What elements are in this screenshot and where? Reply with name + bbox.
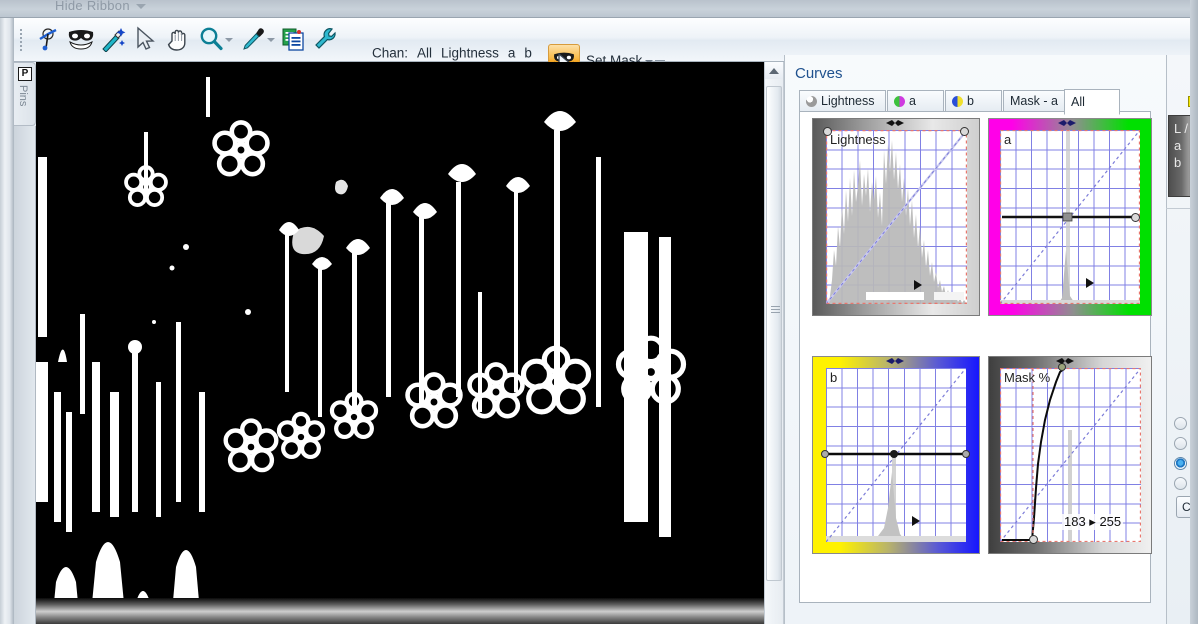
lightness-channel-icon [806,95,817,107]
b-top-gizmo-icon[interactable] [884,356,906,366]
zoom-magnifier-icon[interactable] [196,24,226,54]
b-channel-icon [952,95,963,107]
channel-value-lightness[interactable]: Lightness [441,46,499,61]
window-left-edge [0,18,14,624]
copy-paste-icon[interactable] [278,24,308,54]
eyedropper-icon[interactable] [238,24,268,54]
chevron-down-icon[interactable] [136,4,146,9]
tab-mask-a[interactable]: Mask - a [1003,90,1065,112]
zoom-dropdown-caret-icon[interactable] [225,36,234,44]
curves-panel: Curves Lightness a b Mask - a All Lightn… [784,55,1166,624]
lightness-top-gizmo-icon[interactable] [884,118,906,128]
channel-indicator: Chan: All Lightness a b [372,46,541,61]
channel-value-b[interactable]: b [524,46,532,61]
curves-tab-body: Lightness a b Mask % 183 ▸ 255 [799,111,1152,603]
scroll-up-arrow-icon[interactable] [765,62,783,79]
channel-value-a[interactable]: a [508,46,516,61]
b-curve-svg [826,368,966,542]
pan-hand-icon[interactable] [164,24,194,54]
mask-curve[interactable]: Mask % 183 ▸ 255 [988,356,1152,554]
mask-top-gizmo-icon[interactable] [1054,356,1076,366]
sidebar-item-pins[interactable]: P Pins [14,62,36,126]
curves-tabstrip: Lightness a b Mask - a All [799,89,1151,115]
mask-plot[interactable]: Mask % 183 ▸ 255 [1000,368,1141,542]
scrollbar-grip-icon [771,304,780,313]
mask-preview-image [36,62,764,624]
tab-all-label: All [1071,95,1085,109]
toolbar-gripper[interactable] [20,27,24,53]
a-endpoint-handle[interactable] [1131,213,1140,222]
radio-r-icon[interactable] [1174,416,1187,430]
tab-b-label: b [967,94,974,108]
a-range-arrow-icon[interactable] [1086,278,1094,288]
channel-value-all[interactable]: All [417,46,432,61]
channel-prefix: Chan: [372,45,409,61]
radio-h-icon[interactable] [1174,476,1187,490]
lightness-white-point-handle[interactable] [960,127,969,136]
lightness-plot-label: Lightness [830,132,886,147]
tab-all[interactable]: All [1064,89,1120,115]
eyedropper-dropdown-caret-icon[interactable] [267,36,276,44]
lightness-range-arrow-icon[interactable] [914,280,922,290]
mask-range-label: 183 ▸ 255 [1062,514,1124,530]
left-gutter [14,126,36,624]
radio-w-icon[interactable] [1174,436,1187,450]
radio-l-icon[interactable] [1174,456,1187,470]
a-curve[interactable]: a [988,118,1152,316]
b-right-endpoint-handle[interactable] [962,450,970,458]
magic-wand-icon[interactable] [98,24,128,54]
lightness-histogram [826,130,967,304]
pointer-tool-icon[interactable] [130,24,160,54]
hide-ribbon-bar[interactable]: Hide Ribbon [0,0,1198,18]
mask-tool-icon[interactable] [66,24,96,54]
b-range-arrow-icon[interactable] [912,516,920,526]
hide-ribbon-label: Hide Ribbon [55,0,130,13]
mask-plot-label: Mask % [1004,370,1051,385]
a-top-gizmo-icon[interactable] [1056,118,1078,128]
tab-lightness[interactable]: Lightness [799,90,886,112]
pins-badge-icon: P [18,67,32,81]
b-curve[interactable]: b [812,356,980,554]
mask-low-handle[interactable] [1029,535,1038,544]
wrench-settings-icon[interactable] [310,24,340,54]
a-plot[interactable]: a [1000,130,1140,304]
tab-b[interactable]: b [945,90,1002,112]
lightness-curve[interactable]: Lightness [812,118,980,316]
image-canvas[interactable] [36,62,764,624]
scrollbar-thumb[interactable] [766,86,782,581]
tab-a[interactable]: a [887,90,944,112]
tab-a-label: a [909,94,916,108]
b-plot-label: b [830,370,838,385]
lightness-plot[interactable]: Lightness [826,130,967,304]
tab-lightness-label: Lightness [821,94,875,108]
a-channel-icon [894,95,905,107]
pins-label: Pins [17,85,29,107]
tab-mask-a-label: Mask - a [1010,94,1058,108]
canvas-vertical-scrollbar[interactable] [764,62,784,624]
panel-title: Curves [795,65,843,82]
canvas-bottom-gradient [36,598,764,624]
a-curve-svg [1000,130,1140,304]
b-left-endpoint-handle[interactable] [821,450,829,458]
window-right-edge [1190,0,1198,624]
application-window: Hide Ribbon Chan: All Lightness a b Set … [0,0,1198,624]
a-plot-label: a [1004,132,1012,147]
b-plot[interactable]: b [826,368,966,542]
lightness-black-point-handle[interactable] [823,127,832,136]
pin-tool-icon[interactable] [34,24,64,54]
